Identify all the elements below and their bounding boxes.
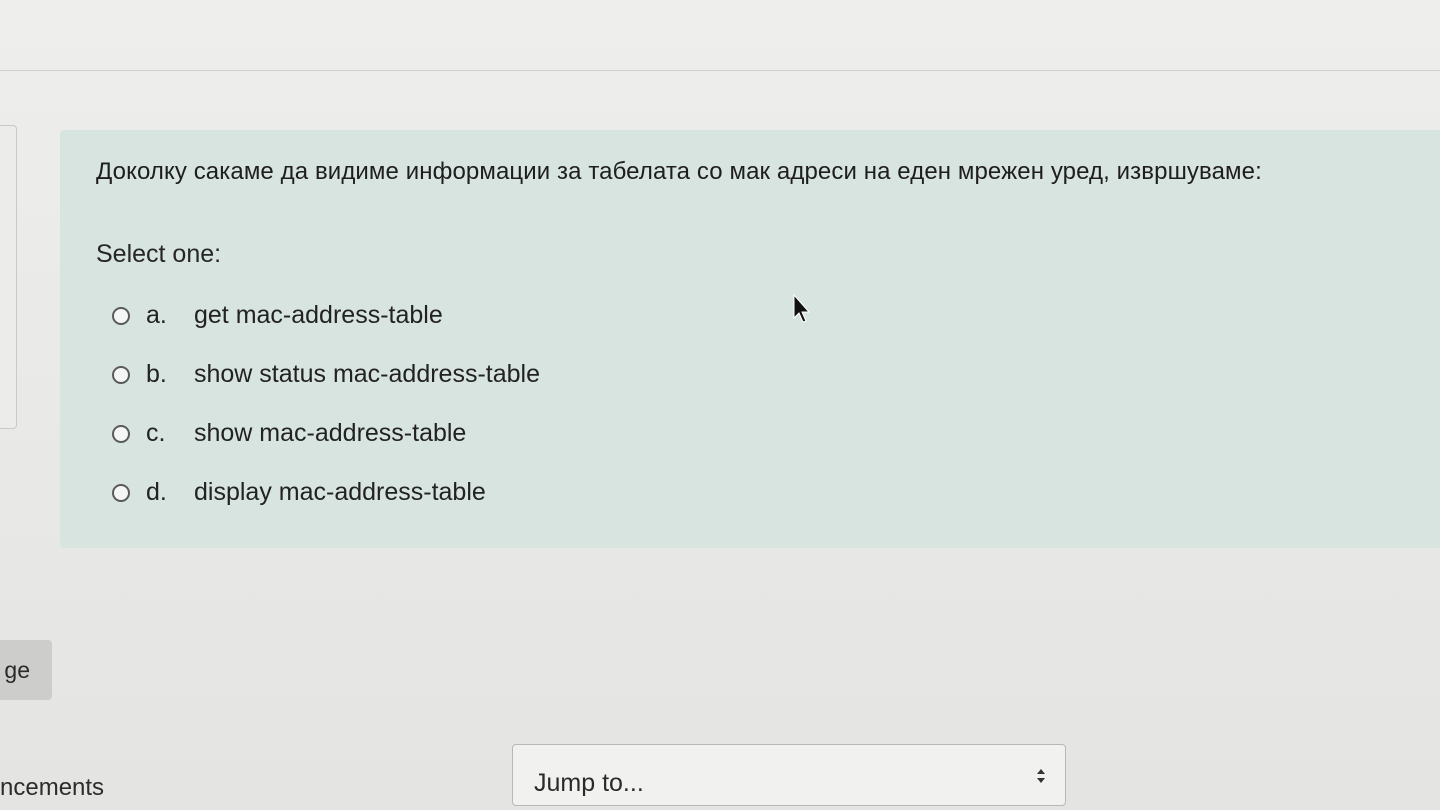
answer-letter-b: b. — [146, 360, 167, 388]
radio-button-c[interactable] — [112, 424, 130, 443]
select-one-prompt: Select one: — [96, 240, 222, 268]
quiz-navigation-panel-edge — [0, 125, 17, 429]
jump-to-select[interactable]: Jump to... — [512, 744, 1066, 806]
answer-text-b: show status mac-address-table — [194, 360, 540, 388]
answer-letter-a: a. — [146, 301, 167, 329]
answer-option-b[interactable]: b. show status mac-address-table — [112, 345, 540, 404]
radio-button-a[interactable] — [112, 306, 130, 325]
answer-letter-c: c. — [146, 419, 166, 447]
select-sort-arrows-icon — [1037, 769, 1045, 783]
question-card: Доколку сакаме да видиме информации за т… — [60, 130, 1440, 548]
answer-letter-d: d. — [146, 478, 167, 506]
answer-option-c[interactable]: c. show mac-address-table — [112, 404, 540, 463]
mouse-pointer-icon — [793, 294, 811, 323]
question-text: Доколку сакаме да видиме информации за т… — [96, 158, 1262, 185]
quiz-page: Доколку сакаме да видиме информации за т… — [0, 0, 1440, 810]
answer-option-d[interactable]: d. display mac-address-table — [112, 463, 540, 522]
announcements-link[interactable]: ncements — [0, 774, 104, 802]
radio-button-b[interactable] — [112, 365, 130, 384]
answer-list: a. get mac-address-table b. show status … — [112, 286, 540, 522]
previous-page-button[interactable]: ge — [0, 640, 52, 700]
answer-text-c: show mac-address-table — [194, 419, 467, 447]
header-divider — [0, 0, 1440, 71]
answer-text-a: get mac-address-table — [194, 301, 443, 329]
answer-option-a[interactable]: a. get mac-address-table — [112, 286, 540, 345]
radio-button-d[interactable] — [112, 483, 130, 502]
answer-text-d: display mac-address-table — [194, 478, 486, 506]
jump-to-value: Jump to... — [534, 769, 644, 797]
previous-page-label: ge — [4, 656, 30, 683]
